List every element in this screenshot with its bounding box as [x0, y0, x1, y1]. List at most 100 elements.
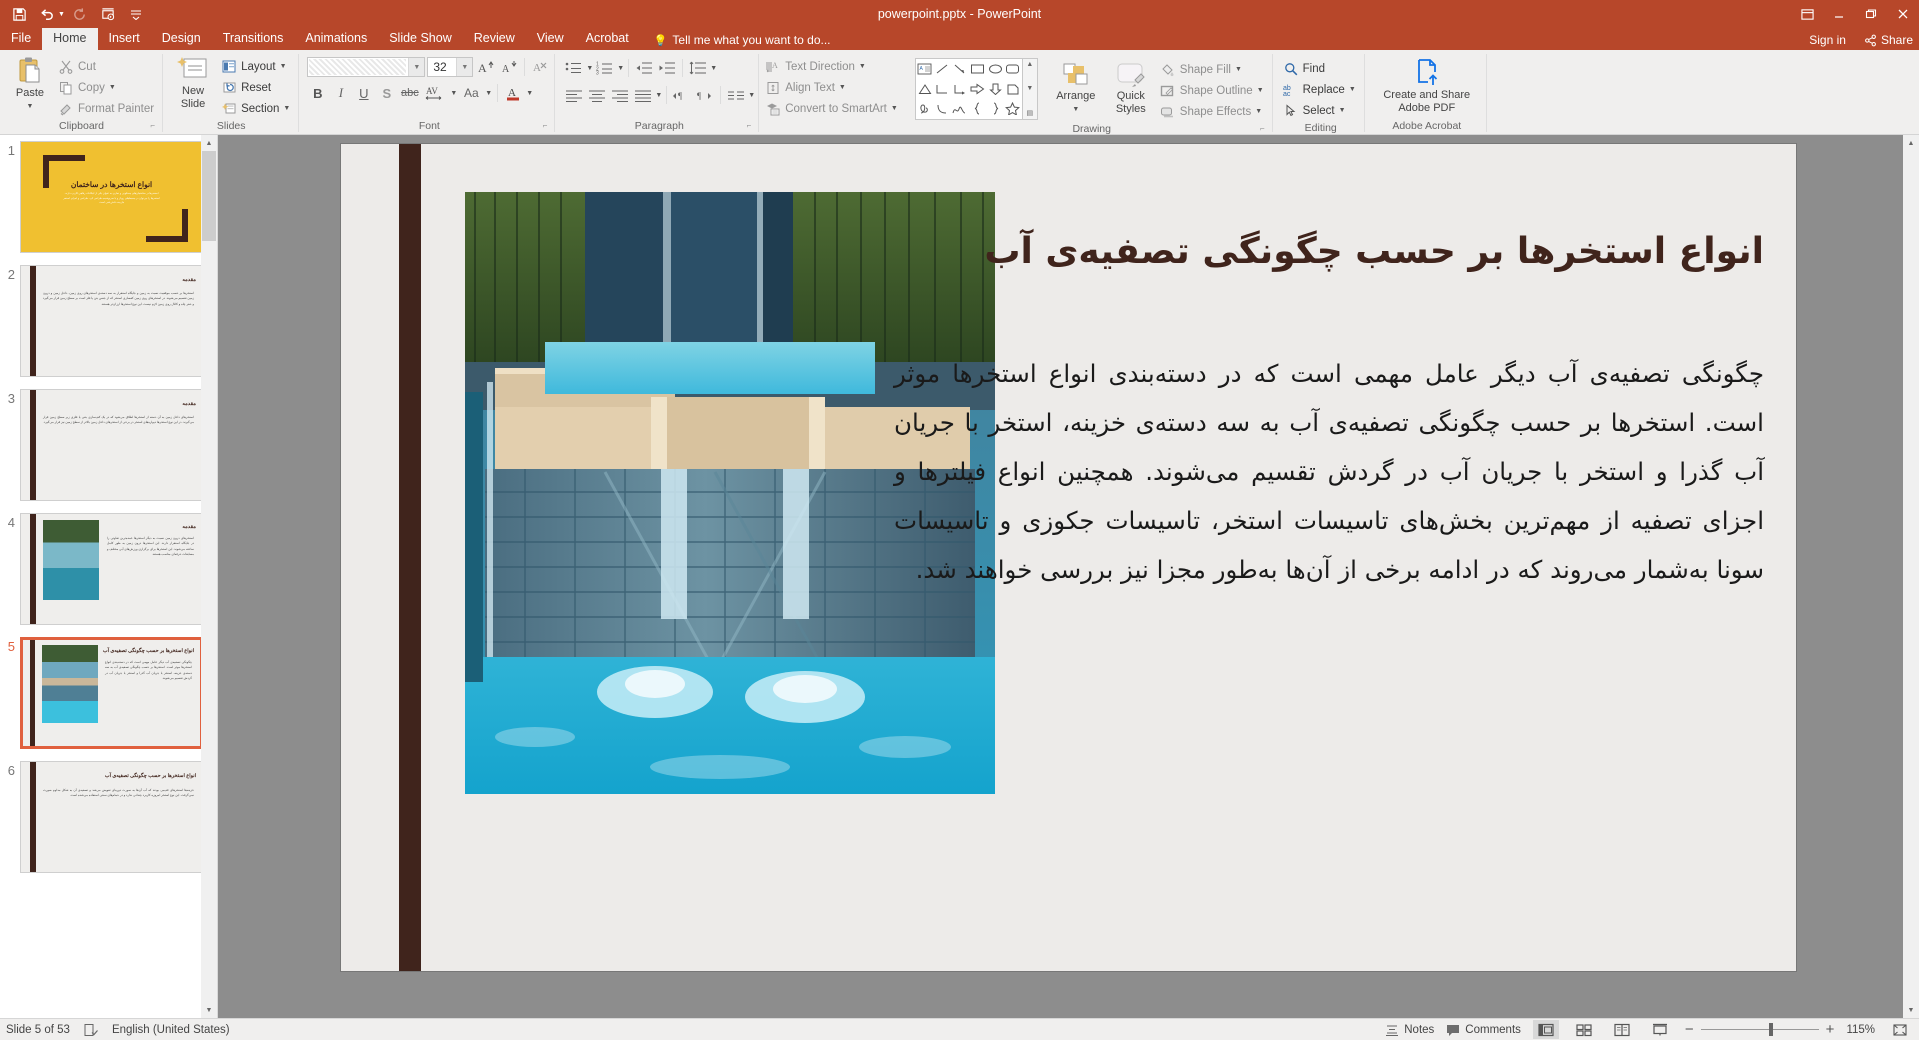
gallery-scroll-down-icon[interactable]: ▼	[1026, 85, 1033, 92]
thumbnail-scrollbar[interactable]: ▲ ▼	[201, 135, 217, 1018]
list-item[interactable]: 1 انواع استخرها در ساختمان استخرها در سا…	[0, 141, 217, 253]
character-spacing-button[interactable]: AV	[422, 83, 448, 104]
select-button[interactable]: Select ▼	[1281, 100, 1361, 121]
shapes-gallery-scroll[interactable]: ▲ ▼ ▤	[1023, 58, 1038, 120]
thumbnail-slide-6[interactable]: انواع استخرها بر حسب چگونگی تصفیه‌ی آب خ…	[20, 761, 203, 873]
close-icon[interactable]	[1887, 0, 1919, 28]
bullets-dropdown-icon[interactable]: ▼	[586, 65, 593, 72]
rtl-button[interactable]: ¶	[694, 85, 716, 106]
tab-review[interactable]: Review	[463, 28, 526, 50]
numbering-dropdown-icon[interactable]: ▼	[617, 65, 624, 72]
thumbnail-slide-4[interactable]: مقدمه استخرهای درون زمین نسبت به دیگر اس…	[20, 513, 203, 625]
slide-body-text[interactable]: چگونگی تصفیه‌ی آب دیگر عامل مهمی است که …	[894, 349, 1764, 594]
slide-show-button[interactable]	[1647, 1020, 1673, 1039]
tab-insert[interactable]: Insert	[98, 28, 151, 50]
justify-button[interactable]	[632, 85, 654, 106]
font-name-dropdown-icon[interactable]: ▼	[408, 58, 424, 76]
font-size-dropdown-icon[interactable]: ▼	[456, 58, 472, 76]
save-icon[interactable]	[6, 2, 32, 26]
tab-view[interactable]: View	[526, 28, 575, 50]
paste-button[interactable]: Paste ▼	[4, 53, 56, 113]
ribbon-tabs[interactable]: File Home Insert Design Transitions Anim…	[0, 28, 1919, 50]
normal-view-button[interactable]	[1533, 1020, 1559, 1039]
cut-button[interactable]: Cut	[56, 56, 159, 77]
list-item[interactable]: 2 مقدمه استخرها بر حسب موقعیت نسبت به زم…	[0, 265, 217, 377]
replace-button[interactable]: abac Replace ▼	[1281, 79, 1361, 100]
new-slide-button[interactable]: New Slide	[167, 53, 219, 111]
replace-dropdown-icon[interactable]: ▼	[1349, 86, 1356, 93]
text-direction-button[interactable]: A Text Direction ▼	[763, 56, 903, 77]
arrange-button[interactable]: Arrange ▼	[1048, 60, 1104, 116]
font-dialog-launcher[interactable]: ⌐	[543, 118, 548, 133]
justify-dropdown-icon[interactable]: ▼	[655, 92, 662, 99]
comments-button[interactable]: Comments	[1446, 1023, 1521, 1037]
spell-check-icon[interactable]	[84, 1023, 98, 1037]
reset-button[interactable]: Reset	[219, 77, 295, 98]
tab-slide-show[interactable]: Slide Show	[378, 28, 463, 50]
redo-icon[interactable]	[67, 2, 93, 26]
scrollbar-thumb[interactable]	[202, 151, 216, 241]
decrease-indent-button[interactable]	[633, 58, 655, 79]
section-button[interactable]: Section ▼	[219, 98, 295, 119]
align-text-dropdown-icon[interactable]: ▼	[839, 84, 846, 91]
shape-fill-button[interactable]: Shape Fill ▼	[1158, 59, 1269, 80]
font-size-combo[interactable]: 32 ▼	[427, 57, 473, 77]
underline-button[interactable]: U	[353, 83, 374, 104]
font-color-button[interactable]: A	[503, 83, 524, 104]
slide-title[interactable]: انواع استخرها بر حسب چگونگی تصفیه‌ی آب	[864, 228, 1764, 277]
create-and-share-adobe-pdf-button[interactable]: Create and Share Adobe PDF	[1371, 53, 1483, 115]
grow-font-button[interactable]: A	[475, 57, 496, 78]
zoom-out-button[interactable]: −	[1685, 1025, 1694, 1035]
tab-home[interactable]: Home	[42, 28, 97, 50]
undo-dropdown-icon[interactable]: ▼	[58, 11, 65, 18]
numbering-button[interactable]: 123	[594, 58, 616, 79]
canvas-scrollbar[interactable]: ▲ ▼	[1903, 135, 1919, 1018]
list-item[interactable]: 4 مقدمه استخرهای درون زمین نسبت به دیگر …	[0, 513, 217, 625]
format-painter-button[interactable]: Format Painter	[56, 98, 159, 119]
line-spacing-dropdown-icon[interactable]: ▼	[710, 65, 717, 72]
text-shadow-button[interactable]: S	[376, 83, 397, 104]
shape-outline-dropdown-icon[interactable]: ▼	[1257, 87, 1264, 94]
scroll-down-icon[interactable]: ▼	[201, 1002, 217, 1018]
customize-qat-icon[interactable]	[123, 2, 149, 26]
copy-dropdown-icon[interactable]: ▼	[109, 84, 116, 91]
clipboard-dialog-launcher[interactable]: ⌐	[150, 118, 155, 133]
bold-button[interactable]: B	[307, 83, 328, 104]
start-presentation-icon[interactable]	[95, 2, 121, 26]
gallery-scroll-up-icon[interactable]: ▲	[1026, 61, 1033, 68]
current-slide[interactable]: انواع استخرها بر حسب چگونگی تصفیه‌ی آب چ…	[341, 144, 1796, 971]
font-name-combo[interactable]: ▼	[307, 57, 425, 77]
copy-button[interactable]: Copy ▼	[56, 77, 159, 98]
slide-sorter-button[interactable]	[1571, 1020, 1597, 1039]
layout-dropdown-icon[interactable]: ▼	[280, 63, 287, 70]
strikethrough-button[interactable]: abc	[399, 83, 420, 104]
font-color-dropdown-icon[interactable]: ▼	[526, 90, 533, 97]
window-controls[interactable]	[1791, 0, 1919, 28]
tab-transitions[interactable]: Transitions	[212, 28, 295, 50]
tab-acrobat[interactable]: Acrobat	[575, 28, 640, 50]
gallery-more-icon[interactable]: ▤	[1026, 109, 1033, 117]
italic-button[interactable]: I	[330, 83, 351, 104]
paste-dropdown-icon[interactable]: ▼	[27, 100, 34, 113]
section-dropdown-icon[interactable]: ▼	[283, 105, 290, 112]
quick-styles-button[interactable]: Quick Styles	[1104, 60, 1158, 116]
paragraph-dialog-launcher[interactable]: ⌐	[747, 118, 752, 133]
zoom-in-button[interactable]: +	[1826, 1025, 1835, 1035]
text-direction-dropdown-icon[interactable]: ▼	[859, 63, 866, 70]
shapes-gallery[interactable]: A	[915, 58, 1023, 120]
fit-slide-to-window-button[interactable]	[1887, 1020, 1913, 1039]
layout-button[interactable]: Layout ▼	[219, 56, 295, 77]
tab-animations[interactable]: Animations	[294, 28, 378, 50]
find-button[interactable]: Find	[1281, 58, 1361, 79]
zoom-slider[interactable]: − +	[1685, 1025, 1835, 1035]
zoom-level-label[interactable]: 115%	[1846, 1024, 1875, 1036]
shape-effects-dropdown-icon[interactable]: ▼	[1255, 108, 1262, 115]
clear-formatting-button[interactable]: A	[530, 57, 551, 78]
canvas-scroll-down-icon[interactable]: ▼	[1903, 1002, 1919, 1018]
convert-to-smartart-button[interactable]: Convert to SmartArt ▼	[763, 98, 903, 119]
minimize-icon[interactable]	[1823, 0, 1855, 28]
align-right-button[interactable]	[609, 85, 631, 106]
list-item[interactable]: 3 مقدمه استخرهای داخل زمین به آن دسته از…	[0, 389, 217, 501]
columns-dropdown-icon[interactable]: ▼	[748, 92, 755, 99]
list-item[interactable]: 6 انواع استخرها بر حسب چگونگی تصفیه‌ی آب…	[0, 761, 217, 873]
